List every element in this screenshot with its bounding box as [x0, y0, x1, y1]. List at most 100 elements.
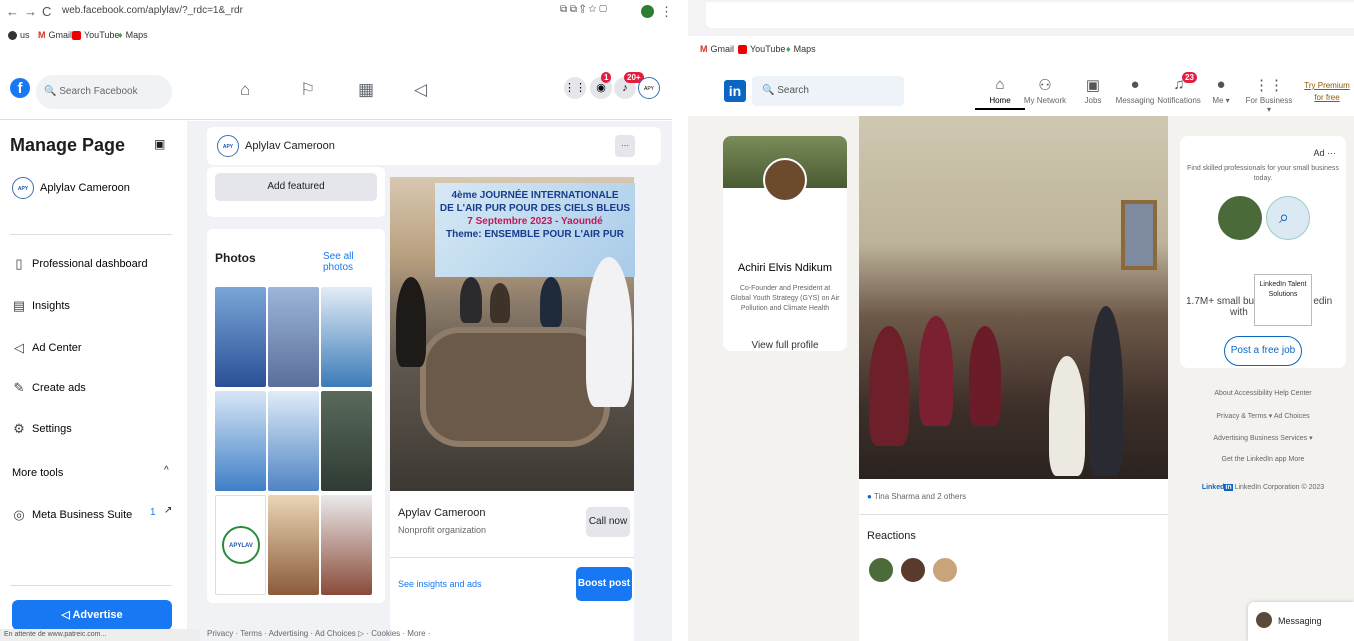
meta-count: 1 [150, 507, 156, 518]
featured-card: Add featured [207, 167, 385, 217]
feed-post: ● Tina Sharma and 2 others Reactions [859, 116, 1168, 641]
bookmark-gmail[interactable]: M Gmail [38, 30, 72, 40]
sidebar-item-settings[interactable]: ⚙ Settings [12, 421, 72, 437]
account-avatar[interactable]: APY [638, 77, 660, 99]
divider [10, 234, 172, 235]
reactor-avatar[interactable] [899, 556, 927, 584]
photo-thumb[interactable] [321, 391, 372, 491]
footer-links-row3[interactable]: Advertising Business Services ▾ [1180, 434, 1346, 442]
photo-thumb[interactable] [268, 287, 319, 387]
photo-thumb[interactable] [215, 287, 266, 387]
collapse-icon[interactable]: ▣ [154, 137, 165, 151]
reactions-summary[interactable]: ● Tina Sharma and 2 others [867, 492, 966, 501]
status-bar: En attente de www.patreic.com... [0, 629, 200, 641]
back-icon[interactable]: ← [6, 4, 19, 19]
facebook-logo-icon[interactable]: f [10, 78, 30, 98]
sidebar-item-ad-center[interactable]: ◁ Ad Center [12, 340, 82, 356]
footer-links-row2[interactable]: Privacy & Terms ▾ Ad Choices [1180, 412, 1346, 420]
more-tools-toggle[interactable]: More tools [12, 467, 63, 479]
menu-icon[interactable]: ⋮ [660, 4, 672, 20]
conference-table [420, 327, 610, 447]
search-input[interactable]: 🔍 Search Facebook [36, 75, 172, 109]
search-input[interactable]: 🔍 Search [752, 76, 904, 106]
divider [859, 514, 1168, 515]
pages-icon[interactable]: ▦ [358, 80, 374, 100]
photo-thumb[interactable] [321, 495, 372, 595]
person [396, 277, 426, 367]
post-free-job-button[interactable]: Post a free job [1224, 336, 1302, 366]
photo-thumb[interactable] [215, 391, 266, 491]
photo-thumb[interactable] [268, 391, 319, 491]
reactor-avatar[interactable] [867, 556, 895, 584]
reactor-avatar[interactable] [931, 556, 959, 584]
chevron-up-icon[interactable]: ^ [164, 465, 169, 476]
see-all-photos-link[interactable]: See all photos [323, 251, 385, 273]
nav-messaging[interactable]: ● Messaging [1110, 76, 1160, 105]
reload-icon[interactable]: C [42, 4, 51, 19]
photo-thumb-logo[interactable]: APYLAV [215, 495, 266, 595]
nav-for-business[interactable]: ⋮⋮ For Business ▾ [1244, 76, 1294, 114]
add-featured-button[interactable]: Add featured [215, 173, 377, 201]
megaphone-icon[interactable]: ◁ [414, 80, 427, 100]
nav-my-network[interactable]: ⚇ My Network [1020, 76, 1070, 105]
boost-post-button[interactable]: Boost post [576, 567, 632, 601]
advertise-button[interactable]: ◁ Advertise [12, 600, 172, 630]
more-options-button[interactable]: ··· [615, 135, 635, 157]
bookmark-maps[interactable]: ♦ Maps [786, 44, 816, 54]
meta-icon: ◎ [13, 507, 25, 522]
footer-links[interactable]: Privacy · Terms · Advertising · Ad Choic… [207, 629, 430, 638]
external-link-icon: ↗ [164, 505, 173, 516]
menu-grid-icon[interactable]: ⋮⋮ [564, 77, 586, 99]
extensions-icon[interactable]: ⧉ ⧉ ⇪ ☆ ▢ [560, 4, 607, 15]
messaging-panel[interactable]: Messaging [1248, 602, 1354, 641]
home-icon[interactable]: ⌂ [240, 80, 250, 100]
photo-thumb[interactable] [321, 287, 372, 387]
sidebar-item-create-ads[interactable]: ✎ Create ads [12, 380, 86, 396]
ad-label[interactable]: Ad ··· [1314, 148, 1337, 158]
post-photo[interactable]: 4ème JOURNÉE INTERNATIONALE DE L'AIR PUR… [390, 177, 635, 491]
portrait-frame [1121, 200, 1157, 270]
org-name[interactable]: Apylav Cameroon [398, 507, 485, 519]
bookmark-maps[interactable]: ♦ Maps [118, 30, 148, 40]
profile-avatar[interactable] [763, 158, 807, 202]
sidebar-item-meta-business-suite[interactable]: ◎ Meta Business Suite [12, 507, 132, 523]
call-now-button[interactable]: Call now [586, 507, 630, 537]
footer-links-row4[interactable]: Get the LinkedIn app More [1180, 456, 1346, 463]
bookmark-youtube[interactable]: YouTube [72, 30, 119, 40]
nav-me[interactable]: ● Me ▾ [1196, 76, 1246, 105]
person [460, 277, 482, 323]
bookmark-us[interactable]: us [8, 30, 30, 40]
sidebar-item-dashboard[interactable]: ▯ Professional dashboard [12, 256, 147, 272]
person [919, 316, 953, 426]
person [969, 326, 1001, 426]
address-bar[interactable]: web.facebook.com/aplylav/?_rdc=1&_rdr [62, 5, 243, 16]
megaphone-icon: ◁ [14, 340, 24, 355]
linkedin-logo-icon[interactable]: in [724, 80, 746, 102]
forward-icon[interactable]: → [24, 4, 37, 19]
avatar-icon: ● [1216, 76, 1226, 93]
search-icon: ⌕ [1279, 207, 1290, 227]
nav-home[interactable]: ⌂ Home [975, 76, 1025, 110]
browser-tabbar [688, 0, 1354, 36]
post-photo[interactable] [859, 116, 1168, 479]
photo-thumb[interactable] [268, 495, 319, 595]
reactions-title: Reactions [867, 530, 916, 542]
person [490, 283, 510, 323]
bookmark-youtube[interactable]: YouTube [738, 44, 785, 54]
bookmark-gmail[interactable]: M Gmail [700, 44, 734, 54]
gear-icon: ⚙ [13, 421, 25, 436]
footer-links-row1[interactable]: About Accessibility Help Center [1180, 390, 1346, 397]
sidebar-item-insights[interactable]: ▤ Insights [12, 298, 70, 314]
profile-headline: Co-Founder and President at Global Youth… [730, 285, 840, 312]
view-profile-link[interactable]: View full profile [723, 340, 847, 351]
org-type: Nonprofit organization [398, 525, 487, 535]
page-switcher[interactable]: APY Aplylav Cameroon [12, 177, 130, 199]
tooltip: LinkedIn Talent Solutions [1254, 274, 1312, 326]
person [1089, 306, 1123, 476]
profile-avatar[interactable] [641, 5, 654, 18]
try-premium-link[interactable]: Try Premium for free [1304, 80, 1350, 104]
photos-card: Photos See all photos APYLAV [207, 229, 385, 603]
profile-name[interactable]: Achiri Elvis Ndikum [723, 262, 847, 274]
flag-icon[interactable]: ⚐ [300, 80, 315, 100]
see-insights-link[interactable]: See insights and ads [398, 579, 482, 589]
